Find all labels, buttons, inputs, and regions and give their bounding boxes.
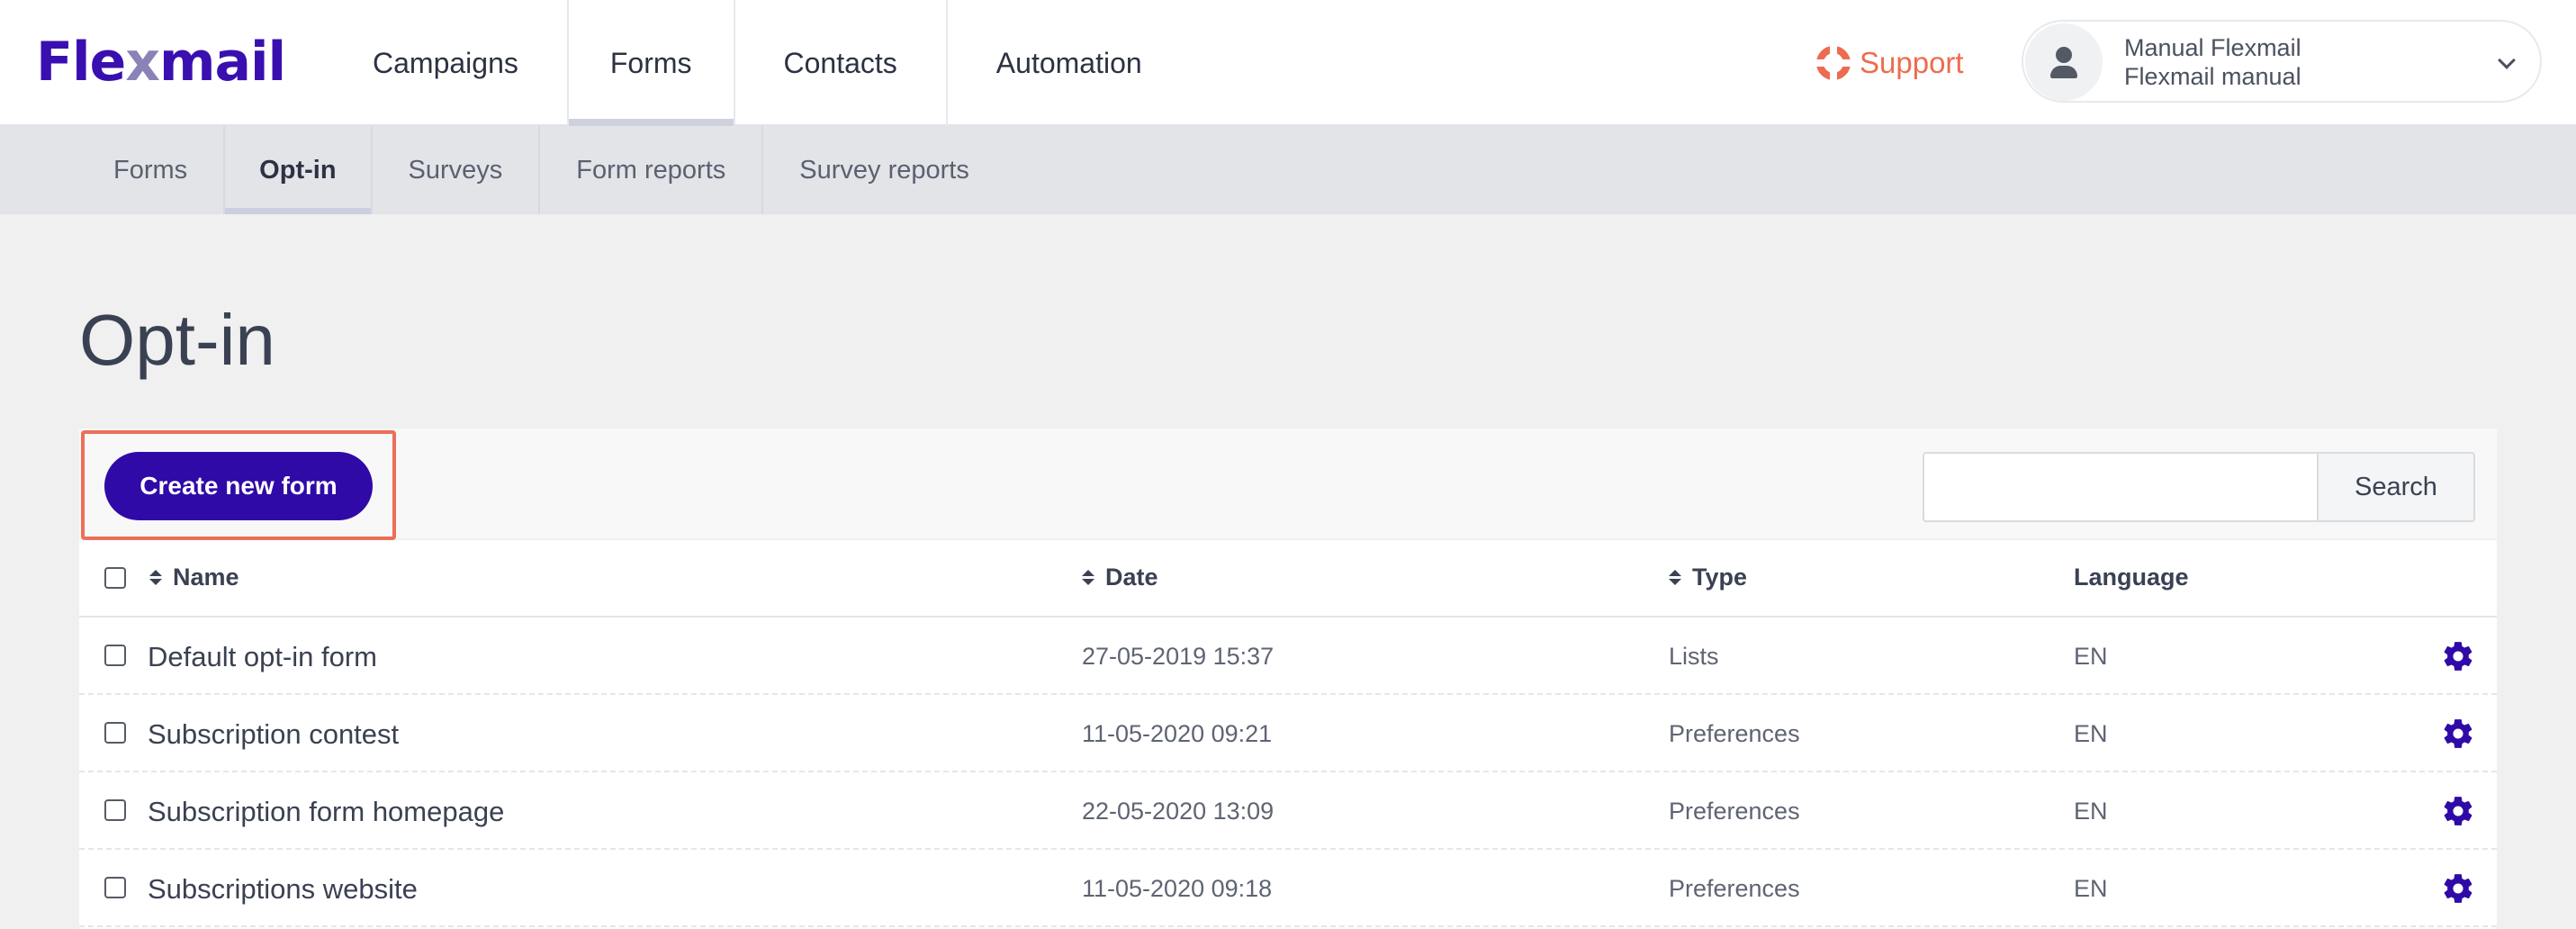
- row-language: EN: [2074, 875, 2108, 902]
- row-language: EN: [2074, 798, 2108, 825]
- row-name[interactable]: Default opt-in form: [148, 641, 377, 673]
- main-nav-forms-label: Forms: [609, 46, 692, 79]
- gear-icon[interactable]: [2441, 717, 2475, 751]
- row-type: Preferences: [1669, 720, 1800, 747]
- column-header-name-label: Name: [173, 564, 239, 591]
- row-date: 22-05-2020 13:09: [1082, 798, 1274, 825]
- table-row: Subscriptions website 11-05-2020 09:18 P…: [79, 850, 2497, 927]
- row-checkbox[interactable]: [104, 799, 126, 821]
- row-date: 11-05-2020 09:18: [1082, 875, 1273, 902]
- logo-text-end: mail: [158, 31, 286, 94]
- subnav-forms-label: Forms: [113, 155, 188, 185]
- lifebuoy-icon: [1816, 46, 1851, 80]
- main-nav-forms[interactable]: Forms: [566, 0, 735, 126]
- subnav-survey-reports-label: Survey reports: [799, 155, 969, 185]
- create-new-form-button[interactable]: Create new form: [104, 452, 373, 520]
- column-header-language-label: Language: [2074, 564, 2189, 591]
- subnav-surveys-label: Surveys: [408, 155, 503, 185]
- sub-navigation-bar: Forms Opt-in Surveys Form reports Survey…: [0, 126, 2576, 214]
- search-button[interactable]: Search: [2317, 452, 2475, 522]
- table-header: Name Date Type Language: [79, 540, 2497, 618]
- user-icon: [2025, 23, 2103, 101]
- page-title: Opt-in: [79, 300, 275, 380]
- chevron-down-icon: [2498, 51, 2516, 69]
- subnav-surveys[interactable]: Surveys: [373, 126, 541, 214]
- user-menu[interactable]: Manual Flexmail Flexmail manual: [2022, 20, 2542, 103]
- column-header-date-label: Date: [1105, 564, 1158, 591]
- top-navigation-bar: Flexmail Campaigns Forms Contacts Automa…: [0, 0, 2576, 126]
- main-nav-campaigns-label: Campaigns: [373, 46, 518, 79]
- logo-text-start: Fle: [36, 31, 126, 94]
- main-nav-campaigns[interactable]: Campaigns: [324, 0, 567, 126]
- user-account: Flexmail manual: [2124, 63, 2301, 90]
- row-name[interactable]: Subscription form homepage: [148, 796, 504, 828]
- main-nav-contacts-label: Contacts: [783, 46, 897, 79]
- subnav-opt-in-label: Opt-in: [259, 155, 337, 185]
- main-nav-automation-label: Automation: [995, 46, 1142, 79]
- subnav-opt-in[interactable]: Opt-in: [225, 126, 373, 214]
- sort-icon: [1082, 570, 1094, 585]
- user-name: Manual Flexmail: [2124, 34, 2301, 61]
- search-input[interactable]: [1923, 452, 2319, 522]
- row-name[interactable]: Subscription contest: [148, 718, 399, 751]
- subnav-form-reports-label: Form reports: [576, 155, 726, 185]
- row-language: EN: [2074, 643, 2108, 670]
- flexmail-logo[interactable]: Flexmail: [36, 31, 286, 94]
- row-type: Preferences: [1669, 875, 1800, 902]
- row-date: 11-05-2020 09:21: [1082, 720, 1273, 747]
- column-header-name[interactable]: Name: [149, 564, 239, 591]
- row-checkbox[interactable]: [104, 645, 126, 666]
- sort-icon: [1669, 570, 1681, 585]
- column-header-type[interactable]: Type: [1669, 564, 1747, 591]
- row-language: EN: [2074, 720, 2108, 747]
- main-nav-contacts[interactable]: Contacts: [735, 0, 948, 126]
- row-checkbox[interactable]: [104, 722, 126, 744]
- column-header-language: Language: [2074, 564, 2189, 591]
- subnav-survey-reports[interactable]: Survey reports: [763, 126, 1005, 214]
- logo-text-x: x: [125, 31, 160, 94]
- support-link[interactable]: Support: [1816, 38, 1964, 88]
- column-header-type-label: Type: [1692, 564, 1748, 591]
- table-row: Subscription contest 11-05-2020 09:21 Pr…: [79, 695, 2497, 772]
- row-type: Lists: [1669, 643, 1719, 670]
- main-nav-automation[interactable]: Automation: [948, 0, 1191, 126]
- row-type: Preferences: [1669, 798, 1800, 825]
- select-all-checkbox[interactable]: [104, 567, 126, 589]
- table-row: Default opt-in form 27-05-2019 15:37 Lis…: [79, 618, 2497, 695]
- row-checkbox[interactable]: [104, 877, 126, 898]
- subnav-form-reports[interactable]: Form reports: [540, 126, 764, 214]
- main-nav: Campaigns Forms Contacts Automation: [324, 0, 1191, 126]
- row-date: 27-05-2019 15:37: [1082, 643, 1274, 670]
- opt-in-forms-table: Name Date Type Language Default opt-in f…: [79, 540, 2497, 929]
- sort-icon: [149, 570, 162, 585]
- row-name[interactable]: Subscriptions website: [148, 873, 418, 906]
- column-header-date[interactable]: Date: [1082, 564, 1158, 591]
- gear-icon[interactable]: [2441, 871, 2475, 906]
- table-row: Subscription form homepage 22-05-2020 13…: [79, 772, 2497, 850]
- subnav-forms[interactable]: Forms: [77, 126, 226, 214]
- gear-icon[interactable]: [2441, 639, 2475, 673]
- gear-icon[interactable]: [2441, 794, 2475, 828]
- support-label: Support: [1860, 46, 1964, 79]
